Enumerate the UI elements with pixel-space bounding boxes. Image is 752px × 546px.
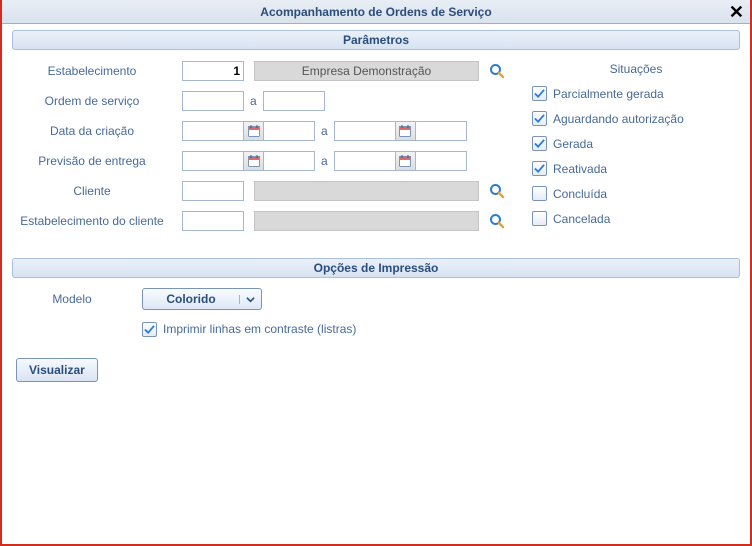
- section-header-params: Parâmetros: [12, 30, 740, 50]
- situation-checkbox[interactable]: [532, 186, 547, 201]
- row-estabelecimento: Estabelecimento Empresa Demonstração: [12, 60, 512, 82]
- contraste-checkbox[interactable]: [142, 322, 157, 337]
- situation-checkbox[interactable]: [532, 161, 547, 176]
- situation-label: Gerada: [553, 137, 593, 151]
- prev-from-input[interactable]: [182, 151, 244, 171]
- label-ordem: Ordem de serviço: [12, 94, 182, 108]
- situation-row: Aguardando autorização: [532, 111, 740, 126]
- section-header-print: Opções de Impressão: [12, 258, 740, 278]
- situation-row: Parcialmente gerada: [532, 86, 740, 101]
- close-icon[interactable]: ✕: [729, 2, 744, 23]
- contraste-label: Imprimir linhas em contraste (listras): [163, 322, 356, 336]
- ordem-from-input[interactable]: [182, 91, 244, 111]
- search-icon[interactable]: [489, 213, 505, 229]
- search-icon[interactable]: [489, 183, 505, 199]
- situation-checkbox[interactable]: [532, 86, 547, 101]
- label-previsao: Previsão de entrega: [12, 154, 182, 168]
- estab-cliente-display: [254, 211, 479, 231]
- row-data-criacao: Data da criação a: [12, 120, 512, 142]
- params-body: Estabelecimento Empresa Demonstração Ord…: [12, 60, 740, 240]
- row-modelo: Modelo Colorido: [12, 288, 740, 310]
- row-ordem: Ordem de serviço a: [12, 90, 512, 112]
- separator-a: a: [321, 154, 328, 168]
- titlebar: Acompanhamento de Ordens de Serviço ✕: [2, 0, 750, 24]
- situation-label: Parcialmente gerada: [553, 87, 664, 101]
- label-data-criacao: Data da criação: [12, 124, 182, 138]
- situation-row: Reativada: [532, 161, 740, 176]
- calendar-button[interactable]: [244, 151, 264, 171]
- window-title: Acompanhamento de Ordens de Serviço: [260, 5, 491, 19]
- label-estab-cliente: Estabelecimento do cliente: [12, 214, 182, 228]
- prev-from-time-input[interactable]: [263, 151, 315, 171]
- situation-row: Concluída: [532, 186, 740, 201]
- footer: Visualizar: [16, 358, 740, 382]
- situation-row: Cancelada: [532, 211, 740, 226]
- calendar-button[interactable]: [396, 151, 416, 171]
- chevron-down-icon: [239, 295, 261, 304]
- row-cliente: Cliente: [12, 180, 512, 202]
- situation-checkbox[interactable]: [532, 136, 547, 151]
- situation-label: Aguardando autorização: [553, 112, 684, 126]
- situation-row: Gerada: [532, 136, 740, 151]
- modelo-select[interactable]: Colorido: [142, 288, 262, 310]
- situations-title: Situações: [532, 62, 740, 76]
- dialog-window: Acompanhamento de Ordens de Serviço ✕ Pa…: [0, 0, 752, 546]
- row-previsao: Previsão de entrega a: [12, 150, 512, 172]
- situation-checkbox[interactable]: [532, 111, 547, 126]
- situations-panel: Situações Parcialmente gerada Aguardando …: [532, 60, 740, 240]
- ordem-to-input[interactable]: [263, 91, 325, 111]
- search-icon[interactable]: [489, 63, 505, 79]
- calendar-button[interactable]: [396, 121, 416, 141]
- prev-to-input[interactable]: [334, 151, 396, 171]
- data-to-time-input[interactable]: [415, 121, 467, 141]
- label-cliente: Cliente: [12, 184, 182, 198]
- data-from-input[interactable]: [182, 121, 244, 141]
- calendar-icon: [248, 155, 260, 167]
- visualizar-button[interactable]: Visualizar: [16, 358, 98, 382]
- situation-label: Concluída: [553, 187, 607, 201]
- calendar-icon: [399, 155, 411, 167]
- cliente-input[interactable]: [182, 181, 244, 201]
- separator-a: a: [250, 94, 257, 108]
- situation-label: Reativada: [553, 162, 607, 176]
- estabelecimento-display: Empresa Demonstração: [254, 61, 479, 81]
- label-estabelecimento: Estabelecimento: [12, 64, 182, 78]
- estabelecimento-input[interactable]: [182, 61, 244, 81]
- cliente-display: [254, 181, 479, 201]
- data-to-input[interactable]: [334, 121, 396, 141]
- calendar-icon: [248, 125, 260, 137]
- estab-cliente-input[interactable]: [182, 211, 244, 231]
- calendar-icon: [399, 125, 411, 137]
- separator-a: a: [321, 124, 328, 138]
- situation-checkbox[interactable]: [532, 211, 547, 226]
- data-from-time-input[interactable]: [263, 121, 315, 141]
- label-modelo: Modelo: [12, 292, 142, 306]
- row-contraste: Imprimir linhas em contraste (listras): [12, 318, 740, 340]
- params-left: Estabelecimento Empresa Demonstração Ord…: [12, 60, 512, 240]
- calendar-button[interactable]: [244, 121, 264, 141]
- content-area: Parâmetros Estabelecimento Empresa Demon…: [2, 24, 750, 544]
- modelo-value: Colorido: [143, 292, 239, 306]
- row-estab-cliente: Estabelecimento do cliente: [12, 210, 512, 232]
- print-body: Modelo Colorido Imprimir linhas em contr…: [12, 288, 740, 340]
- prev-to-time-input[interactable]: [415, 151, 467, 171]
- situation-label: Cancelada: [553, 212, 610, 226]
